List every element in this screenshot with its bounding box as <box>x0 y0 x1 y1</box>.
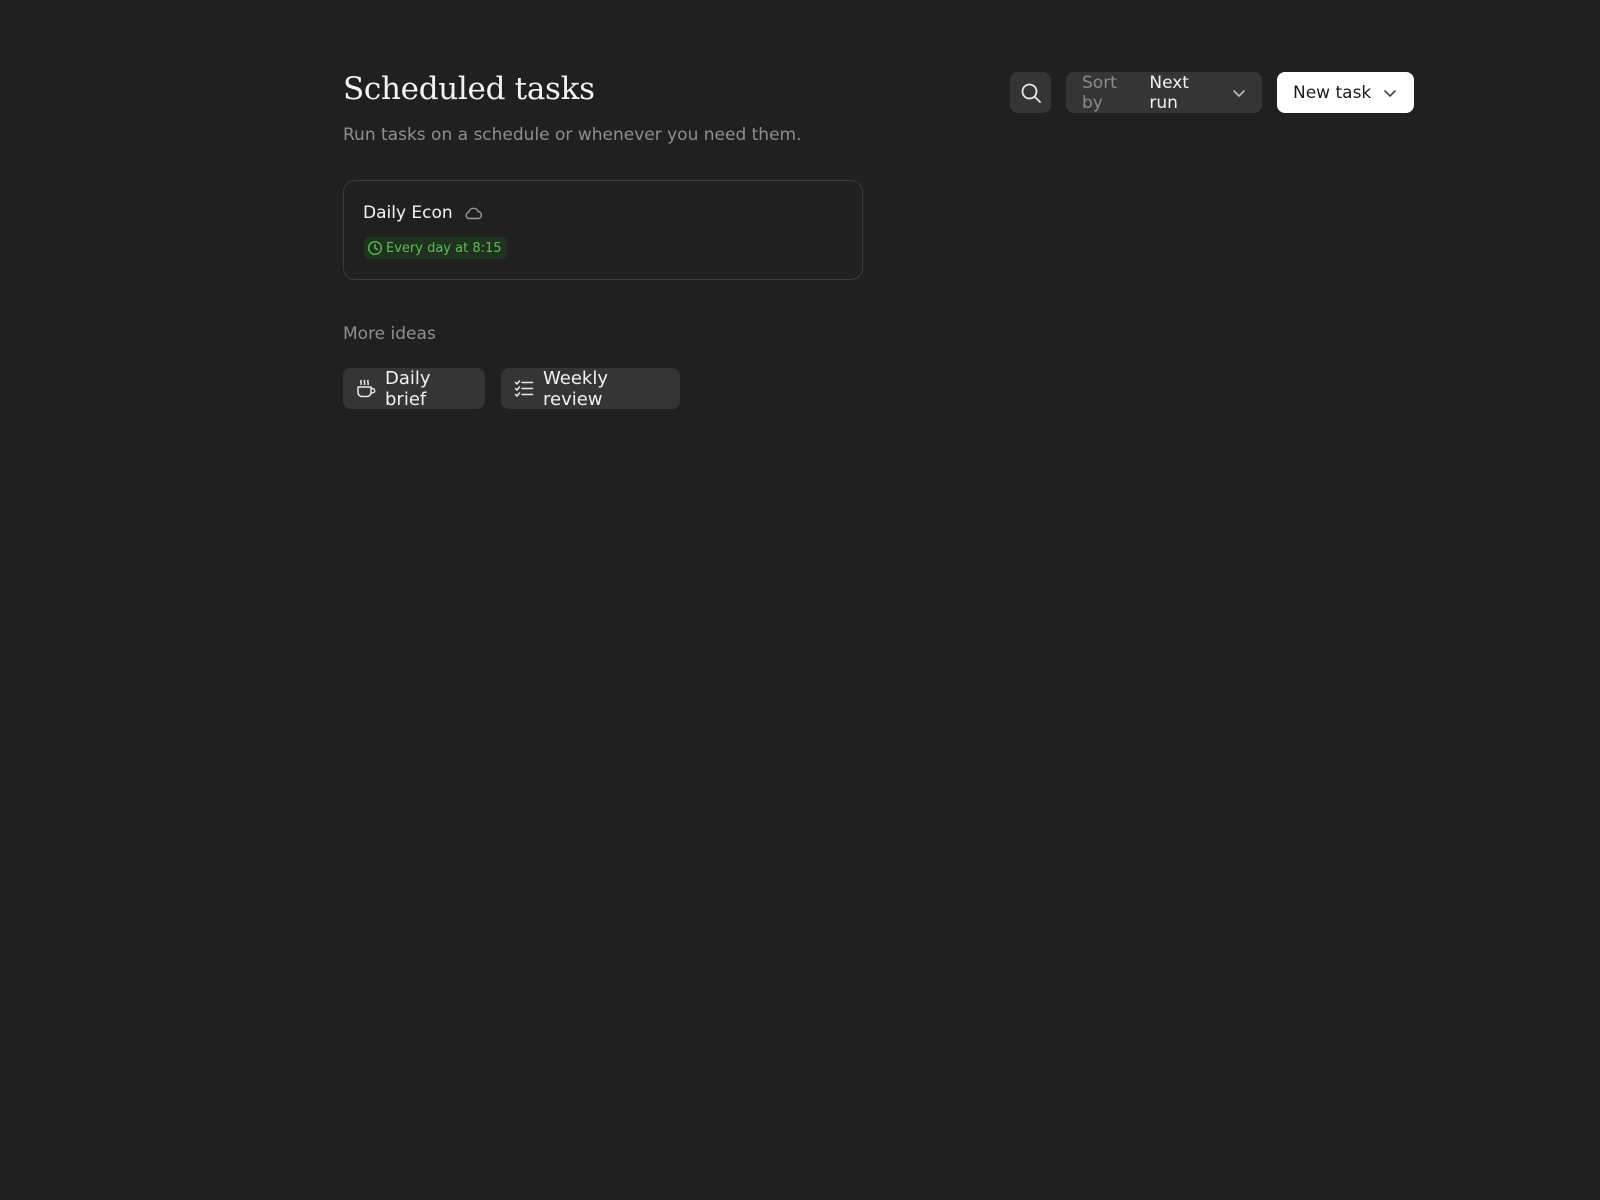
sort-value: Next run <box>1149 72 1189 113</box>
search-icon <box>1020 82 1042 104</box>
task-name: Daily Econ <box>363 203 453 223</box>
idea-daily-brief[interactable]: Daily brief <box>343 367 485 410</box>
scheduled-tasks-page: Scheduled tasks Run tasks on a schedule … <box>0 0 1600 1200</box>
idea-label: Daily brief <box>385 367 431 410</box>
idea-label: Weekly review <box>543 367 608 410</box>
task-card[interactable]: Daily Econ Every day at 8:15 <box>343 180 863 280</box>
coffee-cup-icon <box>355 378 377 400</box>
more-ideas-label: More ideas <box>343 324 436 344</box>
sort-dropdown[interactable]: Sort by Next run <box>1066 72 1262 113</box>
cloud-icon <box>464 206 483 220</box>
chevron-down-icon <box>1383 86 1397 100</box>
page-title: Scheduled tasks <box>343 71 595 107</box>
new-task-button[interactable]: New task <box>1277 72 1414 113</box>
checklist-icon <box>513 378 535 400</box>
chevron-down-icon <box>1232 86 1246 100</box>
schedule-text: Every day at 8:15 <box>386 240 502 256</box>
search-button[interactable] <box>1010 72 1051 113</box>
schedule-badge: Every day at 8:15 <box>364 237 507 259</box>
clock-icon <box>367 240 383 256</box>
sort-label: Sort by <box>1082 72 1117 113</box>
page-subtitle: Run tasks on a schedule or whenever you … <box>343 125 802 145</box>
idea-weekly-review[interactable]: Weekly review <box>501 367 680 410</box>
new-task-label: New task <box>1293 82 1372 103</box>
